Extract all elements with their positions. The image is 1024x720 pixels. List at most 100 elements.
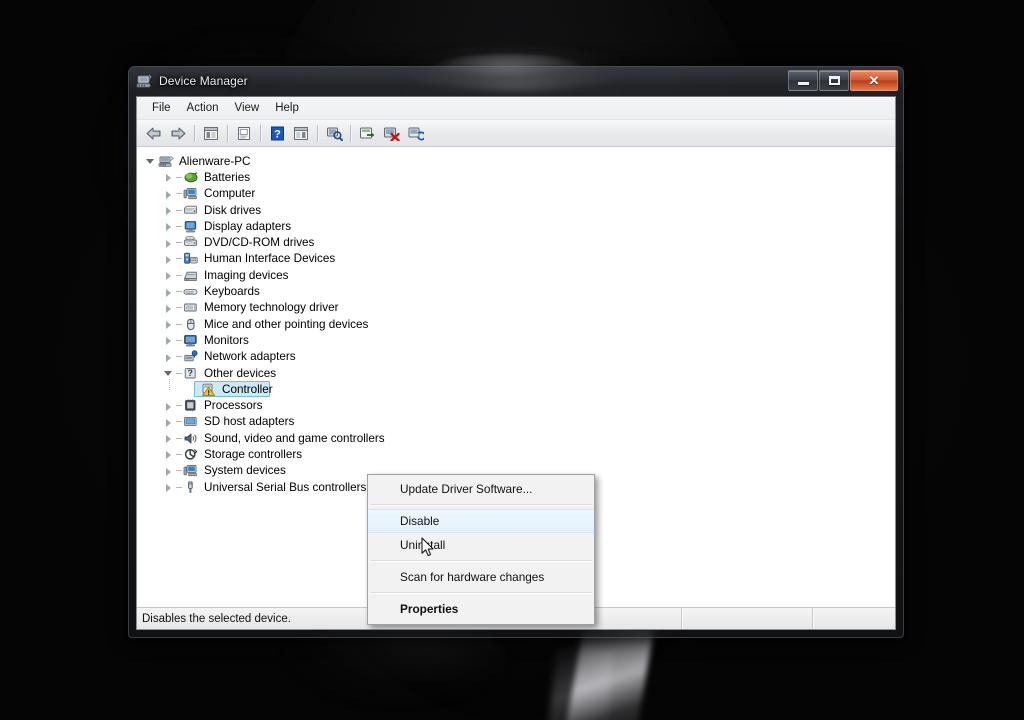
expand-arrow-icon[interactable] — [163, 169, 176, 185]
properties-icon[interactable] — [233, 122, 255, 144]
context-menu-item-scan-for-hardware-changes[interactable]: Scan for hardware changes — [368, 565, 594, 589]
tree-node-label: SD host adapters — [204, 415, 295, 429]
show-hide-console-tree-icon[interactable] — [200, 122, 222, 144]
tree-node-label: Human Interface Devices — [204, 252, 336, 266]
menu-view[interactable]: View — [227, 99, 268, 117]
tree-node[interactable]: Controller — [137, 381, 895, 398]
expand-arrow-icon[interactable] — [163, 267, 176, 283]
tree-node[interactable]: Display adapters — [137, 218, 895, 234]
expand-arrow-icon[interactable] — [163, 251, 176, 267]
collapse-arrow-icon[interactable] — [145, 153, 158, 169]
expand-arrow-icon[interactable] — [163, 186, 176, 202]
expand-arrow-icon[interactable] — [163, 479, 176, 495]
warning-device-icon — [201, 382, 218, 397]
uninstall-device-icon[interactable] — [404, 122, 426, 144]
expand-arrow-icon[interactable] — [163, 202, 176, 218]
tree-connector-line — [176, 421, 182, 423]
sd-host-icon — [183, 414, 200, 429]
show-hide-action-pane-icon[interactable] — [290, 122, 312, 144]
expand-arrow-icon[interactable] — [163, 300, 176, 316]
device-manager-icon — [136, 73, 152, 89]
context-menu-item-properties[interactable]: Properties — [368, 597, 594, 621]
tree-node[interactable]: Alienware-PC — [137, 153, 895, 169]
processor-icon — [183, 398, 200, 413]
tree-node-label: Controller — [222, 382, 273, 396]
context-menu-separator — [370, 504, 592, 506]
tree-node[interactable]: Human Interface Devices — [137, 251, 895, 267]
tree-node[interactable]: Memory technology driver — [137, 300, 895, 316]
tree-node[interactable]: Sound, video and game controllers — [137, 430, 895, 446]
tree-node[interactable]: Mice and other pointing devices — [137, 316, 895, 332]
tree-node[interactable]: Network adapters — [137, 349, 895, 365]
tree-node[interactable]: DVD/CD-ROM drives — [137, 234, 895, 250]
tree-connector-line — [176, 486, 182, 488]
menu-file[interactable]: File — [144, 99, 179, 117]
expand-arrow-icon[interactable] — [163, 430, 176, 446]
menu-bar: File Action View Help — [137, 97, 895, 120]
tree-node-label: System devices — [204, 464, 286, 478]
system-device-icon — [183, 463, 200, 478]
tree-node[interactable]: Computer — [137, 186, 895, 202]
tree-node[interactable]: ? Other devices — [137, 365, 895, 381]
other-devices-icon: ? — [183, 366, 200, 381]
battery-icon — [183, 170, 200, 185]
tree-connector-line — [176, 453, 182, 455]
expand-arrow-icon[interactable] — [163, 218, 176, 234]
tree-node-label: DVD/CD-ROM drives — [204, 236, 315, 250]
close-button[interactable]: ✕ — [850, 70, 898, 91]
tree-node-label: Mice and other pointing devices — [204, 317, 369, 331]
help-icon[interactable]: ? — [266, 122, 288, 144]
context-menu-item-disable[interactable]: Disable — [368, 509, 594, 533]
window-titlebar[interactable]: Device Manager ✕ — [128, 66, 904, 96]
context-menu-item-update-driver-software[interactable]: Update Driver Software... — [368, 477, 594, 501]
tree-node[interactable]: Processors — [137, 397, 895, 413]
tree-connector-line — [176, 242, 182, 244]
display-adapter-icon — [183, 219, 200, 234]
toolbar-separator-3 — [260, 124, 261, 142]
minimize-button[interactable] — [788, 70, 818, 91]
tree-node-label: Sound, video and game controllers — [204, 431, 385, 445]
tree-node-label: Batteries — [204, 170, 251, 184]
expand-arrow-icon[interactable] — [163, 316, 176, 332]
maximize-button[interactable] — [819, 70, 849, 91]
tree-connector-line — [176, 356, 182, 358]
menu-action[interactable]: Action — [179, 99, 227, 117]
tree-node-label: Keyboards — [204, 285, 260, 299]
tree-node[interactable]: Imaging devices — [137, 267, 895, 283]
expand-arrow-icon[interactable] — [163, 349, 176, 365]
usb-icon — [183, 480, 200, 495]
status-panel-2 — [682, 608, 813, 629]
toolbar-separator-5 — [350, 124, 351, 142]
close-icon: ✕ — [868, 72, 880, 88]
tree-node[interactable]: Batteries — [137, 169, 895, 185]
tree-node-label: Network adapters — [204, 350, 296, 364]
minimize-icon — [798, 82, 809, 85]
tree-node-label: Universal Serial Bus controllers — [204, 480, 367, 494]
tree-node[interactable]: SD host adapters — [137, 414, 895, 430]
tree-node[interactable]: Disk drives — [137, 202, 895, 218]
tree-node-label: Computer — [204, 187, 256, 201]
expand-arrow-icon[interactable] — [163, 414, 176, 430]
expand-arrow-icon[interactable] — [163, 235, 176, 251]
mouse-icon — [183, 317, 200, 332]
back-icon[interactable] — [143, 122, 165, 144]
disable-device-icon[interactable] — [380, 122, 402, 144]
context-menu-item-uninstall[interactable]: Uninstall — [368, 533, 594, 557]
tree-connector-line — [176, 291, 182, 293]
menu-help[interactable]: Help — [267, 99, 307, 117]
device-context-menu: Update Driver Software... Disable Uninstal… — [367, 474, 595, 625]
tree-node[interactable]: Storage controllers — [137, 446, 895, 462]
keyboard-icon — [183, 284, 200, 299]
disk-drive-icon — [183, 203, 200, 218]
tree-node[interactable]: Monitors — [137, 332, 895, 348]
expand-arrow-icon[interactable] — [163, 284, 176, 300]
expand-arrow-icon[interactable] — [163, 398, 176, 414]
expand-arrow-icon[interactable] — [163, 463, 176, 479]
expand-arrow-icon[interactable] — [163, 446, 176, 462]
forward-icon[interactable] — [167, 122, 189, 144]
expand-arrow-icon[interactable] — [163, 332, 176, 348]
update-driver-software-icon[interactable] — [356, 122, 378, 144]
tree-node[interactable]: Keyboards — [137, 283, 895, 299]
scan-for-hardware-changes-icon[interactable] — [323, 122, 345, 144]
svg-text:?: ? — [187, 368, 193, 378]
